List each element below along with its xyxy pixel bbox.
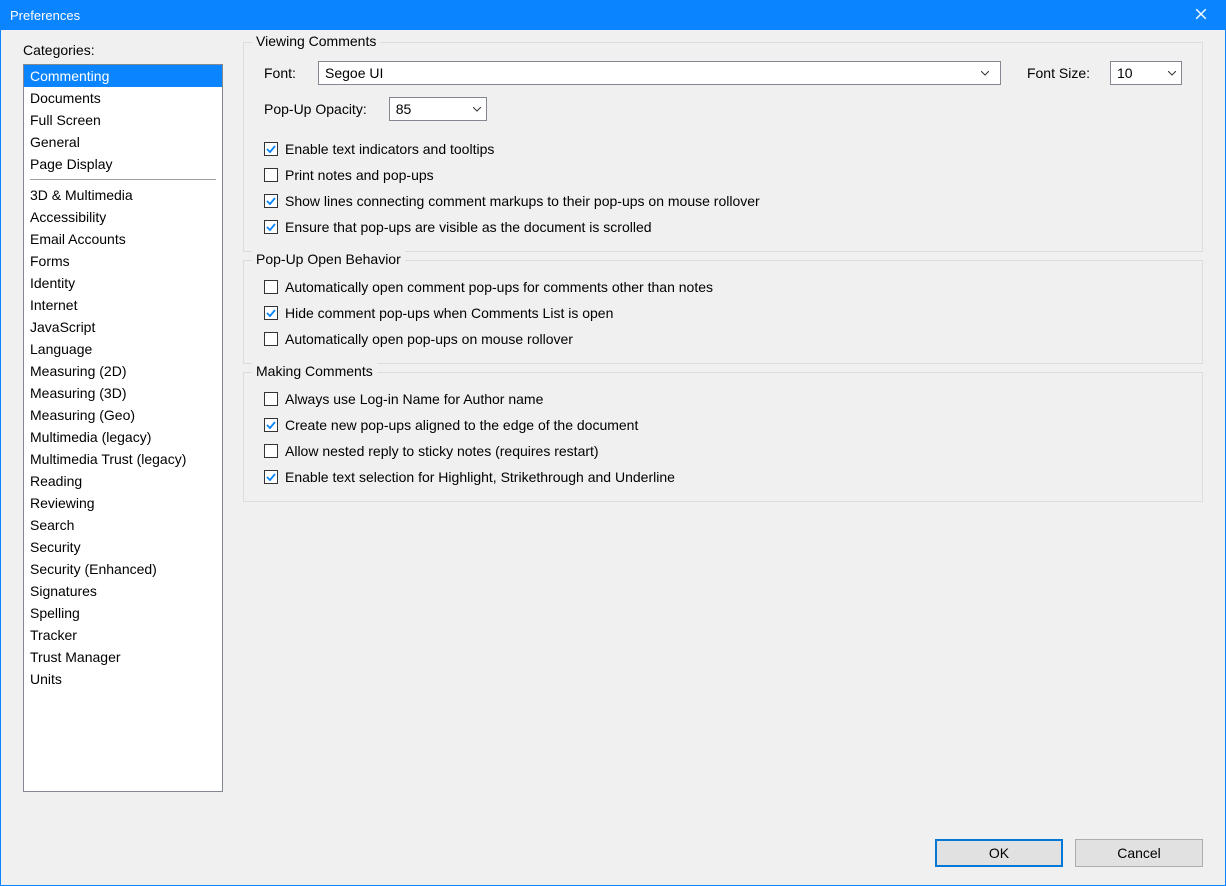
- group-title: Making Comments: [252, 363, 377, 379]
- checkbox-label: Hide comment pop-ups when Comments List …: [285, 305, 613, 321]
- font-combo[interactable]: Segoe UI: [318, 61, 1001, 85]
- category-item[interactable]: Spelling: [24, 602, 222, 624]
- checkbox-row[interactable]: Enable text selection for Highlight, Str…: [264, 469, 1182, 485]
- popup-behavior-group: Pop-Up Open Behavior Automatically open …: [243, 260, 1203, 364]
- category-item[interactable]: Measuring (Geo): [24, 404, 222, 426]
- category-item[interactable]: General: [24, 131, 222, 153]
- category-item[interactable]: Security: [24, 536, 222, 558]
- checkbox-label: Print notes and pop-ups: [285, 167, 434, 183]
- checkbox-row[interactable]: Automatically open pop-ups on mouse roll…: [264, 331, 1182, 347]
- main-panel: Viewing Comments Font: Segoe UI Font Siz…: [243, 42, 1203, 827]
- category-item[interactable]: Search: [24, 514, 222, 536]
- checkbox-row[interactable]: Allow nested reply to sticky notes (requ…: [264, 443, 1182, 459]
- checkbox-row[interactable]: Automatically open comment pop-ups for c…: [264, 279, 1182, 295]
- opacity-value: 85: [396, 101, 468, 117]
- category-item[interactable]: Internet: [24, 294, 222, 316]
- checkbox-row[interactable]: Show lines connecting comment markups to…: [264, 193, 1182, 209]
- checkbox[interactable]: [264, 194, 278, 208]
- category-item[interactable]: Measuring (3D): [24, 382, 222, 404]
- category-list[interactable]: CommentingDocumentsFull ScreenGeneralPag…: [23, 64, 223, 792]
- group-title: Pop-Up Open Behavior: [252, 251, 405, 267]
- checkbox[interactable]: [264, 168, 278, 182]
- category-item[interactable]: Documents: [24, 87, 222, 109]
- checkbox-label: Always use Log-in Name for Author name: [285, 391, 543, 407]
- category-item[interactable]: Full Screen: [24, 109, 222, 131]
- chevron-down-icon: [468, 98, 486, 120]
- checkbox[interactable]: [264, 332, 278, 346]
- ok-button[interactable]: OK: [935, 839, 1063, 867]
- category-item[interactable]: 3D & Multimedia: [24, 184, 222, 206]
- category-item[interactable]: Page Display: [24, 153, 222, 175]
- opacity-combo[interactable]: 85: [389, 97, 487, 121]
- category-item[interactable]: Trust Manager: [24, 646, 222, 668]
- making-comments-group: Making Comments Always use Log-in Name f…: [243, 372, 1203, 502]
- font-size-combo[interactable]: 10: [1110, 61, 1182, 85]
- cancel-button[interactable]: Cancel: [1075, 839, 1203, 867]
- category-item[interactable]: Measuring (2D): [24, 360, 222, 382]
- category-item[interactable]: Reading: [24, 470, 222, 492]
- checkbox-row[interactable]: Print notes and pop-ups: [264, 167, 1182, 183]
- checkbox[interactable]: [264, 280, 278, 294]
- checkbox[interactable]: [264, 444, 278, 458]
- dialog-body: Categories: CommentingDocumentsFull Scre…: [0, 30, 1226, 886]
- checkbox-label: Create new pop-ups aligned to the edge o…: [285, 417, 638, 433]
- category-item[interactable]: Tracker: [24, 624, 222, 646]
- font-value: Segoe UI: [325, 65, 976, 81]
- checkbox-label: Show lines connecting comment markups to…: [285, 193, 760, 209]
- checkbox[interactable]: [264, 418, 278, 432]
- category-item[interactable]: Units: [24, 668, 222, 690]
- chevron-down-icon: [976, 62, 994, 84]
- group-title: Viewing Comments: [252, 33, 380, 49]
- divider: [30, 179, 216, 180]
- category-item[interactable]: JavaScript: [24, 316, 222, 338]
- category-item[interactable]: Language: [24, 338, 222, 360]
- viewing-comments-group: Viewing Comments Font: Segoe UI Font Siz…: [243, 42, 1203, 252]
- checkbox[interactable]: [264, 142, 278, 156]
- category-item[interactable]: Reviewing: [24, 492, 222, 514]
- checkbox-row[interactable]: Hide comment pop-ups when Comments List …: [264, 305, 1182, 321]
- category-item[interactable]: Security (Enhanced): [24, 558, 222, 580]
- checkbox[interactable]: [264, 392, 278, 406]
- window-title: Preferences: [10, 8, 1186, 23]
- checkbox-row[interactable]: Always use Log-in Name for Author name: [264, 391, 1182, 407]
- checkbox-row[interactable]: Ensure that pop-ups are visible as the d…: [264, 219, 1182, 235]
- font-label: Font:: [264, 65, 308, 81]
- font-size-value: 10: [1117, 65, 1163, 81]
- checkbox-label: Automatically open pop-ups on mouse roll…: [285, 331, 573, 347]
- sidebar: Categories: CommentingDocumentsFull Scre…: [23, 42, 223, 827]
- checkbox-row[interactable]: Enable text indicators and tooltips: [264, 141, 1182, 157]
- checkbox-label: Enable text selection for Highlight, Str…: [285, 469, 675, 485]
- font-size-label: Font Size:: [1027, 65, 1090, 81]
- category-item[interactable]: Accessibility: [24, 206, 222, 228]
- checkbox[interactable]: [264, 470, 278, 484]
- titlebar: Preferences: [0, 0, 1226, 30]
- checkbox-label: Automatically open comment pop-ups for c…: [285, 279, 713, 295]
- footer: OK Cancel: [23, 839, 1203, 867]
- chevron-down-icon: [1163, 62, 1181, 84]
- categories-label: Categories:: [23, 42, 223, 58]
- checkbox-label: Ensure that pop-ups are visible as the d…: [285, 219, 652, 235]
- category-item[interactable]: Forms: [24, 250, 222, 272]
- category-item[interactable]: Signatures: [24, 580, 222, 602]
- category-item[interactable]: Commenting: [24, 65, 222, 87]
- category-item[interactable]: Identity: [24, 272, 222, 294]
- category-item[interactable]: Multimedia (legacy): [24, 426, 222, 448]
- opacity-label: Pop-Up Opacity:: [264, 101, 367, 117]
- checkbox[interactable]: [264, 220, 278, 234]
- checkbox-row[interactable]: Create new pop-ups aligned to the edge o…: [264, 417, 1182, 433]
- checkbox-label: Allow nested reply to sticky notes (requ…: [285, 443, 599, 459]
- checkbox-label: Enable text indicators and tooltips: [285, 141, 494, 157]
- category-item[interactable]: Email Accounts: [24, 228, 222, 250]
- close-icon[interactable]: [1186, 7, 1216, 24]
- category-item[interactable]: Multimedia Trust (legacy): [24, 448, 222, 470]
- checkbox[interactable]: [264, 306, 278, 320]
